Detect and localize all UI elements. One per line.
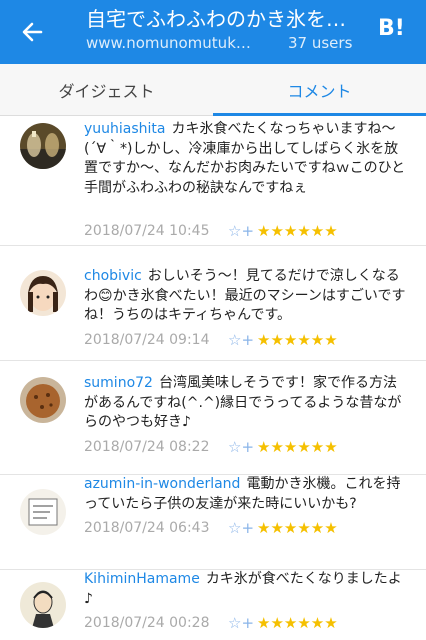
comment-timestamp[interactable]: 2018/07/24 06:43 [84,520,210,536]
add-star-icon[interactable]: ☆+ [228,331,254,349]
comment-timestamp[interactable]: 2018/07/24 08:22 [84,439,210,455]
back-button[interactable] [12,12,52,52]
add-star-icon[interactable]: ☆+ [228,519,254,537]
comment-item[interactable]: KihiminHamame カキ氷が食べたくなりましたよ♪ 2018/07/24 … [0,570,426,640]
hatena-bookmark-button[interactable]: B! [378,16,405,41]
stars-rating[interactable]: ★★★★★★ [257,438,338,456]
avatar-image [20,377,66,423]
comment-text-block: KihiminHamame カキ氷が食べたくなりましたよ♪ [84,570,406,609]
add-star-icon[interactable]: ☆+ [228,222,254,240]
comment-username[interactable]: sumino72 [84,375,153,391]
comment-username[interactable]: yuuhiashita [84,121,166,137]
page-title: 自宅でふわふわのかき氷を… [86,7,346,31]
avatar[interactable] [20,270,66,316]
comment-text-block: sumino72 台湾風美味しそうです！家で作る方法があるんですね(^.^)縁日で… [84,374,406,433]
comment-item[interactable]: azumin-in-wonderland 電動かき氷機。これを持っていたら子供の友… [0,475,426,570]
tab-bar: ダイジェスト コメント [0,64,426,116]
comment-timestamp[interactable]: 2018/07/24 00:28 [84,615,210,631]
stars-rating[interactable]: ★★★★★★ [257,614,338,632]
avatar-image [20,270,66,316]
arrow-left-icon [22,22,43,42]
avatar[interactable] [20,377,66,423]
comment-username[interactable]: KihiminHamame [84,571,200,587]
avatar[interactable] [20,582,66,628]
comment-timestamp[interactable]: 2018/07/24 10:45 [84,223,210,239]
avatar-image [20,582,66,628]
comment-username[interactable]: azumin-in-wonderland [84,476,240,492]
comment-list: yuuhiashita カキ氷食べたくなっちゃいますね〜(´∀｀*)しかし、冷凍庫… [0,116,426,640]
comment-text-block: azumin-in-wonderland 電動かき氷機。これを持っていたら子供の友… [84,475,406,514]
comment-text-block: chobivic おしいそう〜！見てるだけで涼しくなるわ😊かき氷食べたい！最近のマ… [84,267,406,326]
comment-item[interactable]: sumino72 台湾風美味しそうです！家で作る方法があるんですね(^.^)縁日で… [0,361,426,475]
comment-item[interactable]: yuuhiashita カキ氷食べたくなっちゃいますね〜(´∀｀*)しかし、冷凍庫… [0,116,426,246]
user-count: 37 users [288,34,353,52]
avatar[interactable] [20,489,66,535]
avatar-image [20,489,66,535]
tab-comment[interactable]: コメント [213,64,426,116]
comment-username[interactable]: chobivic [84,268,142,284]
avatar-image [20,123,66,169]
stars-rating[interactable]: ★★★★★★ [257,519,338,537]
tab-digest[interactable]: ダイジェスト [0,64,213,116]
stars-rating[interactable]: ★★★★★★ [257,222,338,240]
add-star-icon[interactable]: ☆+ [228,438,254,456]
app-bar: 自宅でふわふわのかき氷を… www.nomunomutuk… 37 users … [0,0,426,64]
comment-text-block: yuuhiashita カキ氷食べたくなっちゃいますね〜(´∀｀*)しかし、冷凍庫… [84,120,406,198]
page-url: www.nomunomutuk… [86,34,251,52]
comment-item[interactable]: chobivic おしいそう〜！見てるだけで涼しくなるわ😊かき氷食べたい！最近のマ… [0,246,426,361]
comment-timestamp[interactable]: 2018/07/24 09:14 [84,332,210,348]
add-star-icon[interactable]: ☆+ [228,614,254,632]
avatar[interactable] [20,123,66,169]
stars-rating[interactable]: ★★★★★★ [257,331,338,349]
